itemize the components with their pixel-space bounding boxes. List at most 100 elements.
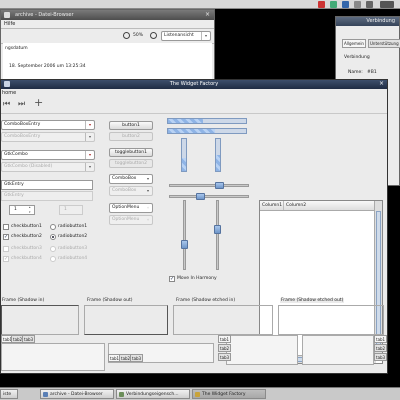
notebook-left-tab-3[interactable]: tab3 (218, 353, 232, 361)
optionmenu-2: OptionMenu ◦ (109, 215, 153, 225)
vscale-1[interactable] (183, 200, 186, 270)
app-icon[interactable] (342, 1, 349, 8)
add-icon[interactable]: + (34, 97, 44, 108)
radiobutton-2[interactable] (50, 234, 56, 240)
spinbutton-1-value: 1 (14, 207, 17, 212)
date-value: 18. September 2006 um 13:25:34 (9, 64, 86, 69)
task-item-connection[interactable]: Verbindungseigensch... (116, 389, 190, 399)
app-icon (195, 392, 200, 397)
view-select-value: Listenansicht (164, 33, 194, 38)
volume-icon[interactable] (366, 1, 373, 8)
checkbutton-2[interactable]: ✓ (3, 234, 9, 240)
frame-title: Frame (Shadow etched in) (175, 298, 237, 303)
spinbutton-2-value: 1 (64, 207, 67, 212)
combobox-1[interactable]: ComboBox ▾ (109, 174, 153, 184)
task-item-widget-factory[interactable]: The Widget Factory (192, 389, 266, 399)
task-item-browser[interactable]: archive - Datei-Browser (40, 389, 114, 399)
zoom-icon[interactable] (123, 32, 130, 39)
notebook-right-tab-2[interactable]: tab2 (374, 344, 388, 352)
network-icon[interactable] (330, 1, 337, 8)
progress-bar-1 (167, 118, 247, 124)
folder-icon (4, 12, 10, 18)
menubar: Hilfe (1, 20, 214, 29)
button-1[interactable]: button1 (109, 121, 153, 130)
notebook-right (302, 335, 374, 365)
spinbutton-1[interactable]: 1 (9, 205, 35, 215)
spinbutton-2: 1 (59, 205, 83, 215)
frame-shadow-etched-in (173, 305, 273, 335)
notebook-right-tab-3[interactable]: tab3 (374, 353, 388, 361)
hscale-1-knob[interactable] (215, 182, 224, 189)
gtkcombo-1[interactable]: GtkCombo ▾ (1, 150, 95, 160)
notebook-left-tab-1[interactable]: tab1 (218, 335, 232, 343)
comboboxentry-1[interactable]: ComboBoxEntry ▾ (1, 120, 95, 130)
first-icon[interactable]: ⏮ (3, 100, 11, 108)
zoom-in-icon[interactable] (150, 32, 157, 39)
notification-icon[interactable] (318, 1, 325, 8)
progress-fill (216, 155, 220, 171)
vprogress-bar-2 (215, 138, 221, 172)
checkbutton-1-label: checkbutton1 (11, 224, 42, 229)
menu-home[interactable]: home (2, 90, 16, 96)
close-icon[interactable]: × (205, 12, 211, 18)
window-menu-icon[interactable] (4, 81, 10, 87)
vscale-2-knob[interactable] (214, 225, 221, 234)
clock-icon[interactable] (380, 1, 394, 8)
network-icon (119, 392, 124, 397)
progress-fill (168, 129, 215, 133)
vscale-2[interactable] (216, 200, 219, 270)
taskbar: iste archive - Datei-Browser Verbindungs… (0, 387, 400, 400)
system-monitor-icon[interactable] (354, 1, 361, 8)
spin-arrows-icon[interactable]: ▴ ▾ (29, 205, 31, 215)
tab-general[interactable]: Allgemein (342, 39, 366, 48)
move-harmony-check[interactable]: ✓ (169, 276, 175, 282)
last-icon[interactable]: ⏭ (18, 100, 26, 108)
view-select[interactable]: Listenansicht ▾ (161, 31, 211, 41)
close-icon[interactable]: × (379, 80, 384, 88)
tree-header: Column1 Column2 (260, 201, 374, 211)
top-panel (0, 0, 400, 9)
task-label: The Widget Factory (202, 392, 246, 397)
entry-1[interactable]: GtkEntry (1, 180, 93, 190)
column-header-2[interactable]: Column2 (284, 201, 376, 210)
togglebutton-1[interactable]: togglebutton1 (109, 148, 153, 157)
checkbutton-3-label: checkbutton3 (11, 246, 42, 251)
notebook-top (1, 343, 105, 371)
column-header-1[interactable]: Column1 (260, 201, 284, 210)
notebook-bottom-tab-3[interactable]: tab3 (130, 354, 144, 362)
progress-fill (182, 158, 186, 171)
radiobutton-4-label: radiobutton4 (58, 256, 88, 261)
chevron-down-icon: ▾ (85, 163, 94, 171)
name-value: #B1 (367, 70, 377, 75)
task-item-0[interactable]: iste (0, 389, 18, 399)
menu-help[interactable]: Hilfe (4, 21, 15, 27)
radiobutton-1[interactable] (50, 224, 56, 230)
hscale-2[interactable] (169, 195, 249, 198)
vscale-1-knob[interactable] (181, 240, 188, 249)
entry-2: GtkEntry (1, 191, 93, 201)
hscale-2-knob[interactable] (196, 193, 205, 200)
frame-title: Frame (Shadow out) (86, 298, 134, 303)
window-title: archive - Datei-Browser (1, 10, 214, 20)
notebook-left-tab-2[interactable]: tab2 (218, 344, 232, 352)
widget-factory-window: The Widget Factory × home ⏮ ⏭ + ComboBox… (0, 79, 388, 374)
toolbar: 50% Listenansicht ▾ (1, 29, 214, 44)
hscale-1[interactable] (169, 184, 249, 187)
progress-bar-2 (167, 128, 247, 134)
zoom-level: 50% (133, 33, 144, 38)
frame-shadow-out (84, 305, 168, 335)
notebook-right-tab-1[interactable]: tab1 (374, 335, 388, 343)
gtkcombo-2: GtkCombo (Disabled) ▾ (1, 162, 95, 172)
combobox-2: ComboBox ▾ (109, 186, 153, 196)
task-label: iste (3, 392, 12, 397)
notebook-top-tab-3[interactable]: tab3 (22, 335, 36, 343)
frame-shadow-in (1, 305, 79, 335)
name-label: Name: (348, 70, 363, 75)
task-label: archive - Datei-Browser (50, 392, 103, 397)
tab-support[interactable]: Unterstützung (368, 39, 400, 48)
toolbar: ⏮ ⏭ + (1, 97, 387, 114)
checkbutton-1[interactable] (3, 224, 9, 230)
button-2: button2 (109, 132, 153, 141)
section-heading: Verbindung (344, 55, 370, 60)
optionmenu-1[interactable]: OptionMenu ◦ (109, 203, 153, 213)
